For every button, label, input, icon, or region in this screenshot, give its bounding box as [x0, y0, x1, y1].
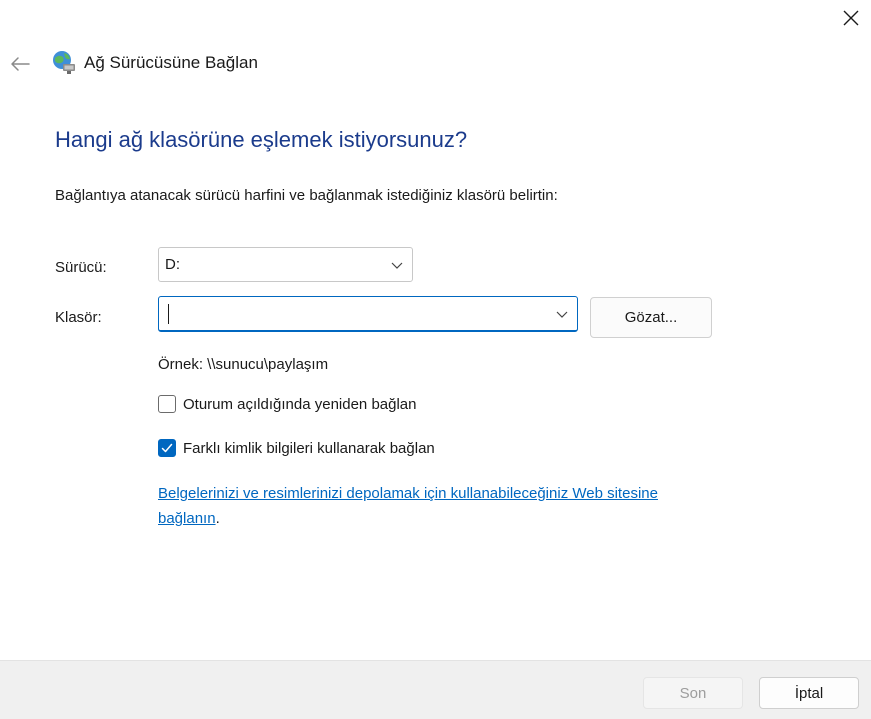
window-title: Ağ Sürücüsüne Bağlan: [84, 53, 258, 72]
reconnect-checkbox[interactable]: [158, 395, 176, 413]
page-heading: Hangi ağ klasörüne eşlemek istiyorsunuz?: [55, 127, 468, 152]
instruction-text: Bağlantıya atanacak sürücü harfini ve ba…: [55, 187, 558, 204]
example-text: Örnek: \\sunucu\paylaşım: [158, 356, 329, 373]
map-network-drive-dialog: Ağ Sürücüsüne Bağlan Hangi ağ klasörüne …: [0, 0, 871, 719]
cancel-button[interactable]: İptal: [759, 677, 859, 709]
back-button[interactable]: [6, 50, 34, 78]
browse-button[interactable]: Gözat...: [590, 297, 712, 338]
back-arrow-icon: [11, 57, 30, 71]
text-caret: [168, 303, 169, 324]
chevron-down-icon: [391, 262, 403, 269]
drive-select-value: D:: [165, 256, 180, 273]
website-link-block: Belgelerinizi ve resimlerinizi depolamak…: [158, 481, 698, 531]
folder-input[interactable]: [158, 296, 578, 332]
link-suffix: .: [215, 510, 220, 527]
close-button[interactable]: [837, 4, 865, 32]
reconnect-checkbox-row[interactable]: Oturum açıldığında yeniden bağlan: [158, 395, 417, 413]
credentials-checkbox[interactable]: [158, 439, 176, 457]
credentials-checkbox-row[interactable]: Farklı kimlik bilgileri kullanarak bağla…: [158, 439, 435, 457]
drive-select[interactable]: D:: [158, 247, 413, 282]
drive-label: Sürücü:: [55, 259, 107, 276]
website-link[interactable]: Belgelerinizi ve resimlerinizi depolamak…: [158, 485, 658, 527]
finish-button[interactable]: Son: [643, 677, 743, 709]
network-drive-icon: [53, 51, 75, 74]
checkmark-icon: [161, 443, 173, 453]
credentials-label[interactable]: Farklı kimlik bilgileri kullanarak bağla…: [183, 440, 435, 457]
dialog-footer: Son İptal: [0, 660, 871, 719]
reconnect-label[interactable]: Oturum açıldığında yeniden bağlan: [183, 396, 417, 413]
chevron-down-icon[interactable]: [555, 307, 569, 321]
folder-label: Klasör:: [55, 309, 102, 326]
close-icon: [843, 10, 859, 26]
